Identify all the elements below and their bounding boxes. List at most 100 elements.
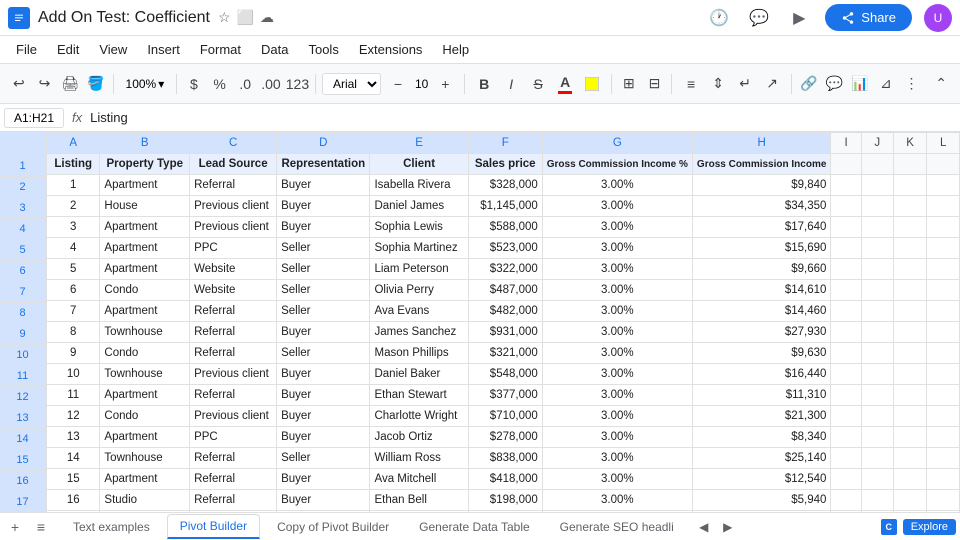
row-num-17[interactable]: 17 — [0, 492, 45, 512]
row-num-10[interactable]: 10 — [0, 345, 45, 366]
formula-input[interactable] — [90, 110, 956, 125]
cell-l8[interactable] — [927, 301, 960, 322]
cell-j12[interactable] — [861, 385, 893, 406]
cell-i13[interactable] — [831, 406, 861, 427]
cell-j3[interactable] — [861, 196, 893, 217]
cell-c2[interactable]: Referral — [190, 175, 277, 196]
cell-h17[interactable]: $5,940 — [692, 490, 830, 511]
increase-decimal-button[interactable]: .00 — [260, 71, 282, 97]
cell-k3[interactable] — [893, 196, 926, 217]
col-header-k[interactable]: K — [893, 133, 926, 154]
cell-c3[interactable]: Previous client — [190, 196, 277, 217]
menu-format[interactable]: Format — [192, 40, 249, 59]
cell-g8[interactable]: 3.00% — [542, 301, 692, 322]
cell-h13[interactable]: $21,300 — [692, 406, 830, 427]
font-size-decrease[interactable]: − — [385, 71, 411, 97]
cell-h16[interactable]: $12,540 — [692, 469, 830, 490]
row-num-14[interactable]: 14 — [0, 429, 45, 450]
cell-l16[interactable] — [927, 469, 960, 490]
tab-copy-of-pivot-builder[interactable]: Copy of Pivot Builder — [264, 515, 402, 539]
cell-j4[interactable] — [861, 217, 893, 238]
cell-b13[interactable]: Condo — [100, 406, 190, 427]
cell-i3[interactable] — [831, 196, 861, 217]
cell-b12[interactable]: Apartment — [100, 385, 190, 406]
cell-i10[interactable] — [831, 343, 861, 364]
header-property-type[interactable]: Property Type — [100, 154, 190, 175]
cell-i9[interactable] — [831, 322, 861, 343]
cell-h2[interactable]: $9,840 — [692, 175, 830, 196]
cell-a2[interactable]: 1 — [47, 175, 100, 196]
col-header-h[interactable]: H — [692, 133, 830, 154]
cell-d18[interactable]: Buyer — [277, 511, 370, 513]
share-button[interactable]: Share — [825, 4, 912, 31]
tab-generate-data-table[interactable]: Generate Data Table — [406, 515, 543, 539]
cell-b4[interactable]: Apartment — [100, 217, 190, 238]
cell-d5[interactable]: Seller — [277, 238, 370, 259]
col-header-d[interactable]: D — [277, 133, 370, 154]
cell-h14[interactable]: $8,340 — [692, 427, 830, 448]
link-button[interactable]: 🔗 — [798, 71, 820, 97]
cell-a11[interactable]: 10 — [47, 364, 100, 385]
cell-a13[interactable]: 12 — [47, 406, 100, 427]
cell-g3[interactable]: 3.00% — [542, 196, 692, 217]
cell-f14[interactable]: $278,000 — [468, 427, 542, 448]
cell-d17[interactable]: Buyer — [277, 490, 370, 511]
add-sheet-button[interactable]: + — [4, 516, 26, 538]
cell-h12[interactable]: $11,310 — [692, 385, 830, 406]
font-selector[interactable]: Arial — [322, 73, 381, 95]
chart-button[interactable]: 📊 — [849, 71, 871, 97]
print-button[interactable]: 🖨 — [59, 71, 81, 97]
text-wrap-button[interactable]: ↵ — [732, 71, 758, 97]
header-lead-source[interactable]: Lead Source — [190, 154, 277, 175]
explore-button[interactable]: Explore — [903, 519, 956, 535]
cell-d3[interactable]: Buyer — [277, 196, 370, 217]
row-num-16[interactable]: 16 — [0, 471, 45, 492]
cell-i5[interactable] — [831, 238, 861, 259]
cell-b11[interactable]: Townhouse — [100, 364, 190, 385]
italic-button[interactable]: I — [498, 71, 524, 97]
row-num-12[interactable]: 12 — [0, 387, 45, 408]
folder-icon[interactable]: ⬜ — [237, 9, 254, 26]
cell-e7[interactable]: Olivia Perry — [370, 280, 468, 301]
cell-k15[interactable] — [893, 448, 926, 469]
comment-button[interactable]: 💬 — [824, 71, 846, 97]
cell-a4[interactable]: 3 — [47, 217, 100, 238]
cell-g6[interactable]: 3.00% — [542, 259, 692, 280]
cell-f18[interactable]: $227,000 — [468, 511, 542, 513]
cell-h9[interactable]: $27,930 — [692, 322, 830, 343]
row-num-4[interactable]: 4 — [0, 219, 45, 240]
cell-i11[interactable] — [831, 364, 861, 385]
cell-d16[interactable]: Buyer — [277, 469, 370, 490]
cell-c8[interactable]: Referral — [190, 301, 277, 322]
history-icon[interactable]: 🕐 — [705, 4, 733, 32]
cell-f11[interactable]: $548,000 — [468, 364, 542, 385]
header-sales-price[interactable]: Sales price — [468, 154, 542, 175]
cell-b7[interactable]: Condo — [100, 280, 190, 301]
cell-j17[interactable] — [861, 490, 893, 511]
cell-e3[interactable]: Daniel James — [370, 196, 468, 217]
cell-c6[interactable]: Website — [190, 259, 277, 280]
cell-k6[interactable] — [893, 259, 926, 280]
cell-d6[interactable]: Seller — [277, 259, 370, 280]
cell-k10[interactable] — [893, 343, 926, 364]
cell-d15[interactable]: Seller — [277, 448, 370, 469]
cell-f5[interactable]: $523,000 — [468, 238, 542, 259]
cell-k11[interactable] — [893, 364, 926, 385]
cell-g5[interactable]: 3.00% — [542, 238, 692, 259]
menu-tools[interactable]: Tools — [300, 40, 346, 59]
cell-k12[interactable] — [893, 385, 926, 406]
cell-k13[interactable] — [893, 406, 926, 427]
cell-c18[interactable]: Referral — [190, 511, 277, 513]
row-num-11[interactable]: 11 — [0, 366, 45, 387]
cell-i15[interactable] — [831, 448, 861, 469]
cell-c12[interactable]: Referral — [190, 385, 277, 406]
row-num-7[interactable]: 7 — [0, 282, 45, 303]
cell-j16[interactable] — [861, 469, 893, 490]
cell-f4[interactable]: $588,000 — [468, 217, 542, 238]
menu-insert[interactable]: Insert — [139, 40, 188, 59]
cell-j9[interactable] — [861, 322, 893, 343]
cell-g18[interactable]: 3.00% — [542, 511, 692, 513]
cell-d9[interactable]: Buyer — [277, 322, 370, 343]
cell-e6[interactable]: Liam Peterson — [370, 259, 468, 280]
col-header-j[interactable]: J — [861, 133, 893, 154]
